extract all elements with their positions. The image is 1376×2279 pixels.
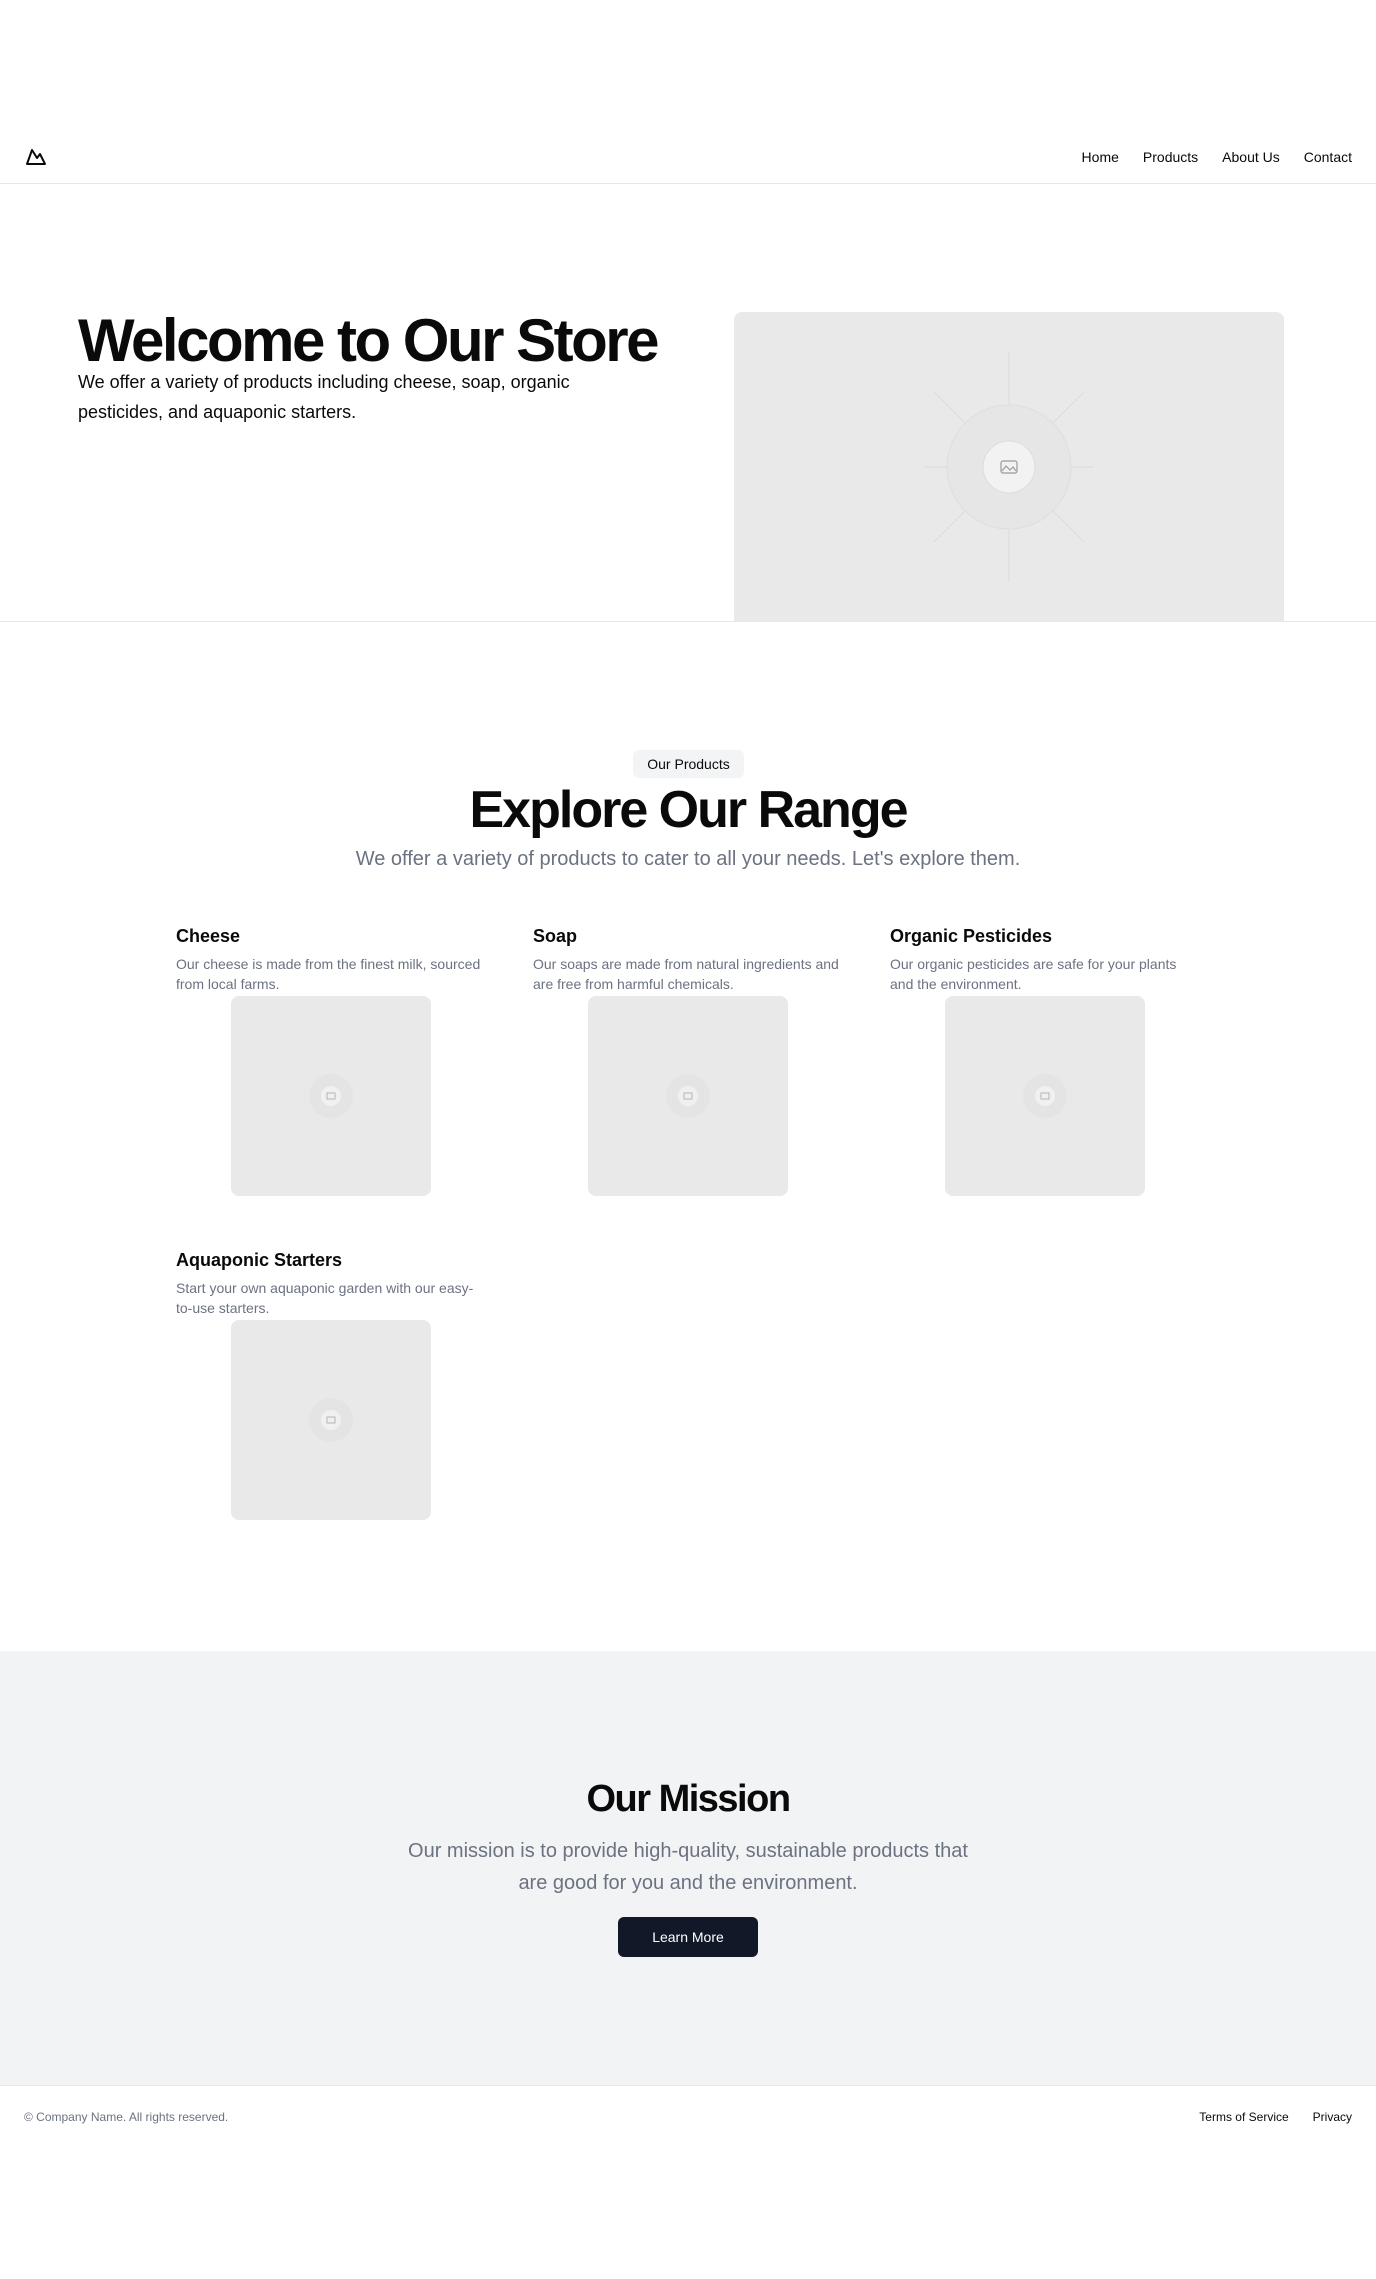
mission-title: Our Mission xyxy=(586,1778,791,1820)
learn-more-button[interactable]: Learn More xyxy=(618,1917,758,1957)
product-image-placeholder xyxy=(588,996,788,1196)
product-card-soap[interactable]: Soap Our soaps are made from natural ing… xyxy=(533,924,843,1196)
product-card-cheese[interactable]: Cheese Our cheese is made from the fines… xyxy=(176,924,486,1196)
nav-about-link[interactable]: About Us xyxy=(1222,147,1280,167)
mountain-icon[interactable] xyxy=(24,144,48,168)
hero-description: We offer a variety of products including… xyxy=(78,372,570,422)
product-card-organic-pesticides[interactable]: Organic Pesticides Our organic pesticide… xyxy=(890,924,1200,1196)
products-badge: Our Products xyxy=(633,750,744,778)
product-description: Our organic pesticides are safe for your… xyxy=(890,956,1177,992)
hero-section: Welcome to Our Store We offer a variety … xyxy=(0,185,1376,622)
footer-nav: Terms of Service Privacy xyxy=(1199,2109,1352,2125)
privacy-link[interactable]: Privacy xyxy=(1313,2109,1352,2125)
products-subtitle: We offer a variety of products to cater … xyxy=(355,848,1021,870)
image-placeholder-icon xyxy=(309,1398,353,1442)
hero-image-placeholder xyxy=(734,312,1284,622)
product-image-placeholder xyxy=(231,996,431,1196)
site-header: Home Products About Us Contact xyxy=(0,131,1376,184)
nav-contact-link[interactable]: Contact xyxy=(1304,147,1352,167)
copyright-text: © Company Name. All rights reserved. xyxy=(24,2110,229,2124)
product-title: Cheese xyxy=(176,926,241,946)
product-image-placeholder xyxy=(945,996,1145,1196)
product-title: Organic Pesticides xyxy=(890,926,1053,946)
products-title: Explore Our Range xyxy=(469,781,909,839)
mission-description: Our mission is to provide high-quality, … xyxy=(408,1840,968,1894)
site-footer: © Company Name. All rights reserved. Ter… xyxy=(0,2087,1376,2149)
product-title: Soap xyxy=(533,926,578,946)
product-description: Our cheese is made from the finest milk,… xyxy=(176,956,481,992)
nav-home-link[interactable]: Home xyxy=(1082,147,1119,167)
mission-section: Our Mission Our mission is to provide hi… xyxy=(0,1651,1376,2086)
terms-of-service-link[interactable]: Terms of Service xyxy=(1199,2109,1288,2125)
product-description: Start your own aquaponic garden with our… xyxy=(176,1280,474,1316)
main-nav: Home Products About Us Contact xyxy=(1082,147,1352,167)
product-card-aquaponic-starters[interactable]: Aquaponic Starters Start your own aquapo… xyxy=(176,1248,486,1520)
hero-title: Welcome to Our Store xyxy=(78,307,660,374)
product-description: Our soaps are made from natural ingredie… xyxy=(533,956,839,992)
image-placeholder-icon xyxy=(924,352,1094,582)
image-placeholder-icon xyxy=(666,1074,710,1118)
nav-products-link[interactable]: Products xyxy=(1143,147,1198,167)
product-image-placeholder xyxy=(231,1320,431,1520)
image-placeholder-icon xyxy=(1023,1074,1067,1118)
image-placeholder-icon xyxy=(309,1074,353,1118)
product-title: Aquaponic Starters xyxy=(176,1250,343,1270)
